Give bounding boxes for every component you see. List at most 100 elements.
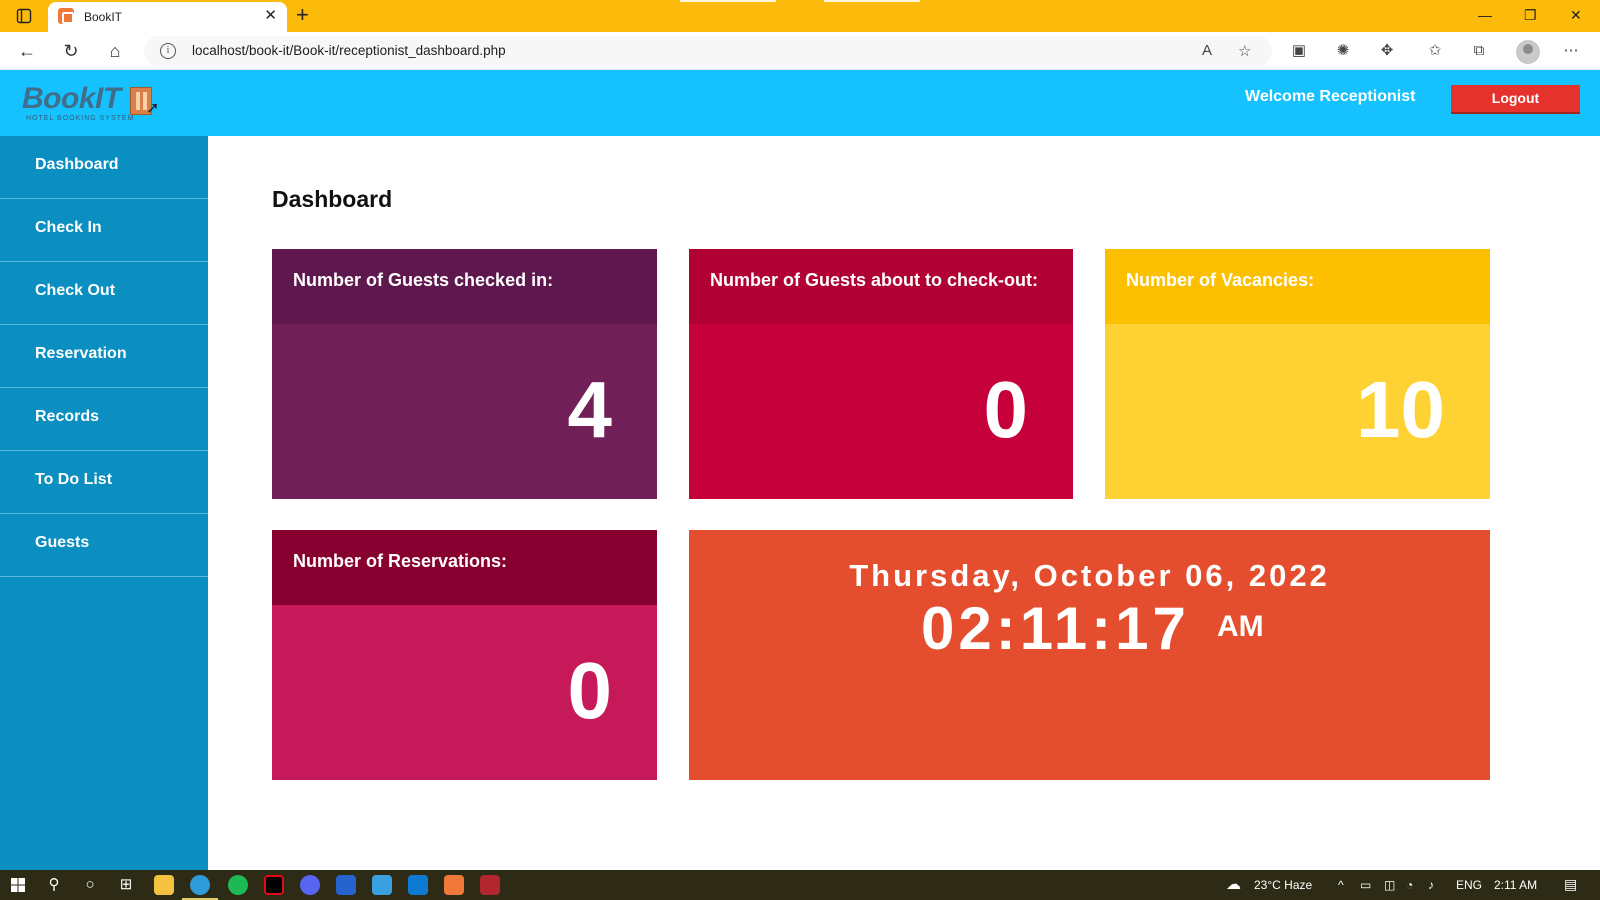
home-icon[interactable]: ⌂ (104, 40, 126, 62)
sidebar-item-to-do-list[interactable]: To Do List (0, 451, 208, 514)
card-body: 4 (272, 324, 657, 499)
vacancies-card: Number of Vacancies: 10 (1105, 249, 1490, 499)
extension-icon[interactable]: ✺ (1334, 42, 1352, 60)
sidebar-item-guests[interactable]: Guests (0, 514, 208, 577)
windows-start-icon[interactable] (8, 875, 28, 895)
app-header: BookIT HOTEL BOOKING SYSTEM ➚ Welcome Re… (0, 70, 1600, 136)
todo-icon[interactable] (336, 875, 356, 895)
bookit-logo[interactable]: BookIT HOTEL BOOKING SYSTEM ➚ (22, 82, 162, 130)
extension-icon[interactable]: ▣ (1290, 42, 1308, 60)
sidebar-item-label: Check In (35, 219, 102, 236)
address-bar[interactable]: i localhost/book-it/Book-it/receptionist… (144, 36, 1272, 66)
sidebar-item-label: To Do List (35, 471, 113, 488)
sidebar-item-label: Guests (35, 534, 90, 551)
url-text[interactable]: localhost/book-it/Book-it/receptionist_d… (192, 43, 506, 58)
clock-date: Thursday, October 06, 2022 (849, 558, 1330, 593)
read-aloud-icon[interactable]: A (1202, 42, 1212, 59)
card-header: Number of Vacancies: (1105, 249, 1490, 324)
task-view-icon[interactable]: ⊞ (116, 875, 136, 895)
sidebar: Dashboard Check In Check Out Reservation… (0, 136, 208, 870)
battery-icon[interactable]: ▭ (1360, 878, 1371, 892)
discord-icon[interactable] (300, 875, 320, 895)
language-indicator[interactable]: ENG (1456, 878, 1482, 892)
more-menu-icon[interactable]: ⋯ (1562, 42, 1580, 60)
browser-toolbar: ← ↻ ⌂ i localhost/book-it/Book-it/recept… (0, 32, 1600, 70)
spotify-icon[interactable] (228, 875, 248, 895)
cursor-icon: ➚ (146, 100, 160, 117)
refresh-icon[interactable]: ↻ (60, 40, 82, 62)
sidebar-item-records[interactable]: Records (0, 388, 208, 451)
welcome-text: Welcome Receptionist (1245, 88, 1416, 105)
logo-subtitle: HOTEL BOOKING SYSTEM (26, 115, 135, 122)
page-title: Dashboard (272, 186, 393, 212)
card-value: 4 (567, 365, 613, 454)
card-body: 0 (272, 605, 657, 780)
card-title: Number of Vacancies: (1126, 270, 1315, 290)
sidebar-item-label: Check Out (35, 282, 116, 299)
sidebar-item-label: Dashboard (35, 156, 119, 173)
guests-checkout-card: Number of Guests about to check-out: 0 (689, 249, 1073, 499)
card-title: Number of Reservations: (293, 551, 508, 571)
notifications-icon[interactable]: ▤ (1564, 876, 1577, 893)
title-bar-highlight (824, 0, 920, 2)
tab-close-icon[interactable]: ✕ (264, 8, 277, 24)
profile-avatar[interactable] (1516, 40, 1540, 64)
tab-actions-icon[interactable] (16, 8, 32, 24)
minimize-button[interactable]: — (1478, 6, 1492, 24)
xampp-favicon-icon (58, 8, 74, 24)
card-body: 10 (1105, 324, 1490, 499)
logo-text: BookIT (22, 82, 121, 115)
photos-icon[interactable] (372, 875, 392, 895)
xampp-icon[interactable] (444, 875, 464, 895)
weather-icon[interactable]: ☁ (1226, 875, 1241, 893)
card-body: 0 (689, 324, 1073, 499)
back-icon[interactable]: ← (16, 40, 38, 62)
sidebar-item-label: Reservation (35, 345, 127, 362)
volume-icon[interactable]: ♪ (1428, 878, 1434, 892)
search-icon[interactable]: ⚲ (44, 875, 64, 895)
tray-chevron-icon[interactable]: ^ (1338, 878, 1344, 892)
title-bar-highlight (680, 0, 776, 2)
card-value: 0 (983, 365, 1029, 454)
logout-button[interactable]: Logout (1451, 85, 1580, 112)
extensions-icon[interactable]: ✥ (1378, 42, 1396, 60)
wifi-icon[interactable]: ◔ (1406, 878, 1413, 892)
reservations-card: Number of Reservations: 0 (272, 530, 657, 780)
netflix-icon[interactable] (264, 875, 284, 895)
weather-text[interactable]: 23°C Haze (1254, 878, 1312, 892)
browser-tab[interactable]: BookIT ✕ (48, 2, 287, 32)
tab-title: BookIT (84, 10, 123, 24)
meet-now-icon[interactable]: ◫ (1384, 878, 1395, 892)
cortana-icon[interactable]: ○ (80, 875, 100, 895)
windows-taskbar: ⚲ ○ ⊞ ☁ 23°C Haze ^ ▭ ◫ ◔ ♪ ENG 2:11 AM … (0, 870, 1600, 900)
sidebar-item-check-out[interactable]: Check Out (0, 262, 208, 325)
clock-ampm: AM (1217, 610, 1264, 643)
guests-checked-in-card: Number of Guests checked in: 4 (272, 249, 657, 499)
card-header: Number of Guests checked in: (272, 249, 657, 324)
new-tab-button[interactable]: + (296, 4, 309, 26)
restore-button[interactable]: ❐ (1524, 6, 1537, 24)
site-info-icon[interactable]: i (160, 43, 176, 59)
collections-icon[interactable]: ⧉ (1470, 42, 1488, 60)
card-value: 10 (1356, 365, 1445, 454)
favorites-icon[interactable]: ✩ (1426, 42, 1444, 60)
card-header: Number of Guests about to check-out: (689, 249, 1073, 324)
clock-time: 02:11:17 (921, 595, 1190, 662)
sidebar-item-check-in[interactable]: Check In (0, 199, 208, 262)
clock-card: Thursday, October 06, 2022 02:11:17 AM (689, 530, 1490, 780)
card-value: 0 (567, 646, 613, 735)
file-explorer-icon[interactable] (154, 875, 174, 895)
sidebar-item-label: Records (35, 408, 100, 425)
vscode-icon[interactable] (408, 875, 428, 895)
scrollbar-track[interactable] (1588, 136, 1600, 870)
add-favorite-icon[interactable]: ☆ (1238, 42, 1251, 60)
card-header: Number of Reservations: (272, 530, 657, 605)
card-title: Number of Guests about to check-out: (710, 270, 1039, 290)
sidebar-item-dashboard[interactable]: Dashboard (0, 136, 208, 199)
card-title: Number of Guests checked in: (293, 270, 554, 290)
window-close-button[interactable]: ✕ (1570, 6, 1582, 24)
clock-tray[interactable]: 2:11 AM (1494, 878, 1537, 892)
sidebar-item-reservation[interactable]: Reservation (0, 325, 208, 388)
app-icon[interactable] (480, 875, 500, 895)
edge-icon[interactable] (190, 875, 210, 895)
